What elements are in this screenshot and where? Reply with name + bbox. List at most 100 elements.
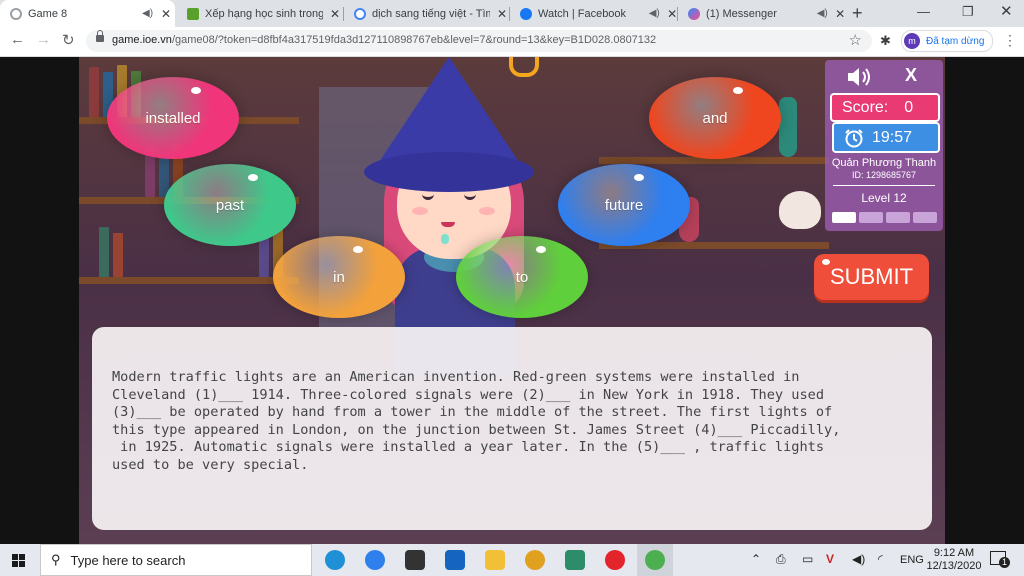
passage-panel: Modern traffic lights are an American in… bbox=[92, 327, 932, 530]
score-display: Score: 0 bbox=[830, 93, 940, 122]
explorer-icon[interactable] bbox=[485, 550, 505, 570]
tab-messenger[interactable]: (1) Messenger ◀) ✕ bbox=[678, 0, 846, 27]
volume-icon[interactable]: ◀) bbox=[852, 552, 865, 566]
potion-bottle bbox=[779, 97, 797, 157]
book bbox=[99, 227, 109, 277]
restore-icon[interactable]: ❐ bbox=[962, 4, 974, 20]
bookmark-star-icon[interactable]: ☆ bbox=[849, 31, 862, 49]
back-icon[interactable]: ← bbox=[10, 31, 25, 48]
browser-toolbar: ← → ↻ game.ioe.vn/game08/?token=d8fbf4a3… bbox=[0, 27, 1024, 57]
taskbar-search-box[interactable]: ⚲ Type here to search bbox=[40, 544, 312, 576]
messenger-icon bbox=[688, 7, 700, 20]
word-label: past bbox=[215, 196, 245, 214]
score-value: 0 bbox=[904, 98, 914, 116]
bubble-shine bbox=[536, 246, 546, 253]
bubble-shine bbox=[248, 174, 258, 181]
ioe-icon bbox=[187, 7, 199, 20]
forward-icon[interactable]: → bbox=[36, 31, 51, 48]
word-label: future bbox=[604, 196, 644, 214]
witch-cheek bbox=[479, 207, 495, 215]
tab-xep-hang[interactable]: Xếp hạng học sinh trong trường ✕ bbox=[177, 0, 344, 27]
bookshelf bbox=[79, 277, 299, 284]
windows-start-icon[interactable] bbox=[12, 554, 25, 567]
tab-title: Xếp hạng học sinh trong trường bbox=[205, 7, 323, 20]
tray-chevron-icon[interactable]: ⌃ bbox=[751, 552, 761, 566]
meet-now-icon[interactable]: ⎙ bbox=[776, 552, 786, 567]
witch-gem bbox=[441, 234, 449, 244]
player-name: Quản Phương Thanh bbox=[831, 157, 937, 169]
witch-hat-brim bbox=[364, 152, 534, 192]
skull bbox=[779, 191, 821, 229]
book bbox=[89, 67, 99, 117]
level-label: Level 12 bbox=[861, 191, 907, 205]
lock-icon bbox=[96, 30, 104, 42]
tab-strip: Game 8 ◀) ✕ Xếp hạng học sinh trong trườ… bbox=[0, 0, 1024, 27]
progress-pip bbox=[886, 212, 910, 223]
chrome-icon[interactable] bbox=[645, 550, 665, 570]
address-bar[interactable]: game.ioe.vn/game08/?token=d8fbf4a317519f… bbox=[86, 30, 872, 52]
app-icon[interactable] bbox=[525, 550, 545, 570]
speaker-icon[interactable]: ◀) bbox=[817, 8, 829, 19]
score-label: Score: bbox=[842, 98, 889, 116]
close-icon[interactable]: ✕ bbox=[329, 7, 341, 21]
tab-game8[interactable]: Game 8 ◀) ✕ bbox=[0, 0, 175, 27]
battery-icon[interactable]: ▭ bbox=[802, 552, 813, 566]
zalo-icon[interactable] bbox=[365, 550, 385, 570]
close-game-button[interactable]: X bbox=[905, 65, 917, 86]
word-label: to bbox=[515, 268, 529, 286]
panel-divider bbox=[833, 185, 935, 186]
profile-button[interactable]: m Đã tạm dừng bbox=[901, 30, 993, 52]
tab-google-search[interactable]: dịch sang tiếng việt - Tìm với Google ✕ bbox=[344, 0, 510, 27]
word-bubble-and[interactable]: and bbox=[649, 77, 781, 159]
book bbox=[113, 233, 123, 277]
menu-icon[interactable]: ⋮ bbox=[1003, 32, 1017, 49]
passage-text: Modern traffic lights are an American in… bbox=[112, 369, 841, 473]
word-bubble-future[interactable]: future bbox=[558, 164, 690, 246]
new-tab-button[interactable]: + bbox=[852, 3, 863, 24]
window-close-icon[interactable]: ✕ bbox=[1000, 2, 1013, 20]
tab-title: Watch | Facebook bbox=[538, 7, 627, 20]
bubble-shine bbox=[634, 174, 644, 181]
score-panel: X Score: 0 19:57 Quản Phương Thanh ID: 1… bbox=[825, 60, 943, 231]
google-icon bbox=[354, 7, 366, 20]
antivirus-icon[interactable]: V bbox=[826, 552, 834, 566]
opera-icon[interactable] bbox=[605, 550, 625, 570]
language-indicator[interactable]: ENG bbox=[900, 554, 924, 566]
extensions-icon[interactable]: ✱ bbox=[880, 33, 891, 49]
submit-button[interactable]: SUBMIT bbox=[814, 254, 929, 300]
store-icon[interactable] bbox=[405, 550, 425, 570]
mail-icon[interactable] bbox=[445, 550, 465, 570]
word-bubble-in[interactable]: in bbox=[273, 236, 405, 318]
word-label: installed bbox=[145, 109, 201, 127]
close-icon[interactable]: ✕ bbox=[496, 7, 508, 21]
notification-icon[interactable]: 1 bbox=[990, 551, 1010, 568]
speaker-icon[interactable]: ◀) bbox=[649, 8, 661, 19]
progress-pip bbox=[913, 212, 937, 223]
hat-ornament bbox=[509, 57, 539, 77]
tab-facebook[interactable]: Watch | Facebook ◀) ✕ bbox=[510, 0, 678, 27]
edge-icon[interactable] bbox=[325, 550, 345, 570]
close-icon[interactable]: ✕ bbox=[160, 7, 172, 21]
word-bubble-to[interactable]: to bbox=[456, 236, 588, 318]
search-icon: ⚲ bbox=[51, 552, 61, 567]
minimize-icon[interactable]: — bbox=[917, 4, 930, 19]
speaker-icon[interactable]: ◀) bbox=[142, 8, 154, 19]
notification-badge: 1 bbox=[999, 557, 1010, 568]
url-text: game.ioe.vn/game08/?token=d8fbf4a317519f… bbox=[112, 34, 656, 46]
close-icon[interactable]: ✕ bbox=[834, 7, 846, 21]
witch-cheek bbox=[412, 207, 428, 215]
url-host: game.ioe.vn bbox=[112, 34, 172, 46]
word-label: and bbox=[702, 109, 728, 127]
taskbar-clock[interactable]: 9:12 AM 12/13/2020 bbox=[926, 547, 982, 573]
bubble-shine bbox=[191, 87, 201, 94]
bubble-shine bbox=[733, 87, 743, 94]
speaker-icon[interactable] bbox=[846, 65, 872, 89]
word-bubble-installed[interactable]: installed bbox=[107, 77, 239, 159]
bubble-shine bbox=[353, 246, 363, 253]
wifi-icon[interactable]: ◜ bbox=[878, 552, 883, 566]
progress-pip bbox=[832, 212, 856, 223]
word-bubble-past[interactable]: past bbox=[164, 164, 296, 246]
vscode-icon[interactable] bbox=[565, 550, 585, 570]
player-id: ID: 1298685767 bbox=[851, 170, 917, 180]
reload-icon[interactable]: ↻ bbox=[62, 31, 75, 49]
